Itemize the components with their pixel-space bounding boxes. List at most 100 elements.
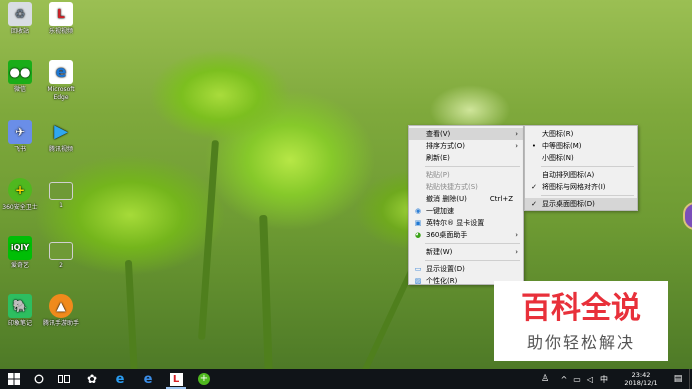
start-button[interactable] xyxy=(0,369,28,389)
desktop-icon-label: 飞书 xyxy=(13,146,26,153)
action-center-button[interactable]: ▤ xyxy=(670,369,686,389)
chevron-right-icon: › xyxy=(515,231,518,239)
shortcut-label: Ctrl+Z xyxy=(489,195,513,203)
checkmark-icon: ✓ xyxy=(531,183,537,191)
taskbar-clock[interactable]: 23:42 2018/12/1 xyxy=(618,369,664,389)
tray-ime[interactable]: 中 xyxy=(597,369,611,389)
menu-separator xyxy=(541,195,634,196)
chevron-up-icon: ^ xyxy=(560,374,568,384)
menu-item-sort[interactable]: 排序方式(O) › xyxy=(409,140,523,152)
tray-volume[interactable]: ◁ xyxy=(584,369,596,389)
display-icon: ▭ xyxy=(414,265,422,273)
letv-icon: L xyxy=(49,2,73,26)
letv-icon: L xyxy=(169,372,183,386)
watermark: 百科全说 助你轻松解决 xyxy=(494,281,668,361)
desktop-icon-recycle-bin[interactable]: ♻ 回收站 xyxy=(0,2,40,36)
desktop-icon-iqiyi[interactable]: iQIY 爱奇艺 xyxy=(0,236,40,270)
menu-item-show-desktop-icons[interactable]: ✓ 显示桌面图标(D) xyxy=(525,198,637,210)
network-icon: ▭ xyxy=(573,374,581,384)
menu-item-align-grid[interactable]: ✓ 将图标与网格对齐(I) xyxy=(525,181,637,193)
flower-stem xyxy=(259,214,273,369)
desktop-icon-feishu[interactable]: ✈ 飞书 xyxy=(0,120,40,154)
menu-separator xyxy=(425,243,520,244)
desktop-icon-label: 回收站 xyxy=(10,28,29,35)
windows-logo-icon xyxy=(8,373,20,385)
menu-item-accelerate[interactable]: ◉ 一键加速 xyxy=(409,205,523,217)
ie-icon: e xyxy=(115,371,125,387)
menu-item-auto-arrange[interactable]: 自动排列图标(A) xyxy=(525,169,637,181)
menu-item-refresh[interactable]: 刷新(E) xyxy=(409,152,523,164)
taskbar-app-fan[interactable]: ✿ xyxy=(80,369,104,389)
clock-date: 2018/12/1 xyxy=(624,379,658,387)
desktop-icon-tencent-video[interactable]: ▶ 腾讯视频 xyxy=(41,120,81,154)
fan-app-icon: ✿ xyxy=(86,372,98,386)
chevron-right-icon: › xyxy=(515,248,518,256)
accelerate-icon: ◉ xyxy=(414,207,422,215)
360-desktop-icon: ◕ xyxy=(414,231,422,239)
taskbar-app-edge[interactable]: e xyxy=(136,369,160,389)
menu-item-graphics-settings[interactable]: ▣ 英特尔® 显卡设置 xyxy=(409,217,523,229)
people-icon: ♙ xyxy=(540,374,550,384)
task-view-button[interactable] xyxy=(52,369,76,389)
view-submenu: 大图标(R) • 中等图标(M) 小图标(N) 自动排列图标(A) ✓ 将图标与网格… xyxy=(524,125,638,211)
360-guard-icon: + xyxy=(198,373,210,385)
tencent-gamebox-icon: ▲ xyxy=(49,294,73,318)
desktop-icon-tencent-gamebox[interactable]: ▲ 腾讯手游助手 xyxy=(41,294,81,328)
tray-network[interactable]: ▭ xyxy=(571,369,583,389)
search-button[interactable] xyxy=(28,369,50,389)
menu-item-view[interactable]: 查看(V) › xyxy=(409,128,523,140)
image-thumb-icon xyxy=(49,182,73,200)
desktop-icon-edge[interactable]: e Microsoft Edge xyxy=(41,60,81,102)
desktop-icon-image-1[interactable]: 1 xyxy=(41,182,81,210)
watermark-title: 百科全说 xyxy=(521,291,641,326)
tray-overflow-button[interactable]: ^ xyxy=(558,369,570,389)
menu-item-new[interactable]: 新建(W) › xyxy=(409,246,523,258)
desktop-icon-label: 腾讯手游助手 xyxy=(42,320,79,327)
desktop-icon-letv[interactable]: L 乐视视频 xyxy=(41,2,81,36)
desktop-icon-label: 爱奇艺 xyxy=(10,262,29,269)
recycle-bin-icon: ♻ xyxy=(8,2,32,26)
intel-graphics-icon: ▣ xyxy=(414,219,422,227)
desktop-icon-label: Microsoft Edge xyxy=(47,86,75,101)
desktop-context-menu: 查看(V) › 排序方式(O) › 刷新(E) 粘贴(P) 粘贴快捷方式(S) 撤消… xyxy=(408,125,524,285)
floating-widget[interactable] xyxy=(683,202,692,230)
desktop-icon-wechat[interactable]: ●● 微信 xyxy=(0,60,40,94)
menu-separator xyxy=(541,166,634,167)
people-button[interactable]: ♙ xyxy=(538,369,552,389)
menu-item-undo-delete[interactable]: 撤消 删除(U) Ctrl+Z xyxy=(409,193,523,205)
ime-indicator: 中 xyxy=(600,374,608,384)
taskbar-app-ie[interactable]: e xyxy=(108,369,132,389)
desktop-icon-image-2[interactable]: 2 xyxy=(41,242,81,270)
iqiyi-icon: iQIY xyxy=(8,236,32,260)
checkmark-icon: ✓ xyxy=(531,200,537,208)
image-thumb-icon xyxy=(49,242,73,260)
desktop-icon-label: 360安全卫士 xyxy=(2,204,38,211)
flower-stem xyxy=(198,139,219,341)
menu-item-large-icons[interactable]: 大图标(R) xyxy=(525,128,637,140)
desktop-icon-360[interactable]: + 360安全卫士 xyxy=(0,178,40,212)
edge-icon: e xyxy=(49,60,73,84)
tencent-video-icon: ▶ xyxy=(54,121,68,142)
chevron-right-icon: › xyxy=(515,142,518,150)
evernote-icon: 🐘 xyxy=(8,294,32,318)
desktop-icon-label: 印象笔记 xyxy=(7,320,32,327)
menu-separator xyxy=(425,166,520,167)
personalize-icon: ▨ xyxy=(414,277,422,285)
volume-icon: ◁ xyxy=(586,374,594,384)
chevron-right-icon: › xyxy=(515,130,518,138)
task-view-icon xyxy=(58,375,70,383)
edge-icon: e xyxy=(143,371,153,387)
menu-item-medium-icons[interactable]: • 中等图标(M) xyxy=(525,140,637,152)
feishu-icon: ✈ xyxy=(8,120,32,144)
menu-item-360-desktop[interactable]: ◕ 360桌面助手 › xyxy=(409,229,523,241)
menu-item-paste: 粘贴(P) xyxy=(426,171,450,179)
taskbar-app-360[interactable]: + xyxy=(192,369,216,389)
wechat-icon: ●● xyxy=(8,60,32,84)
desktop-icon-label: 1 xyxy=(59,202,63,209)
desktop-icon-label: 2 xyxy=(59,262,63,269)
desktop-icon-evernote[interactable]: 🐘 印象笔记 xyxy=(0,294,40,328)
menu-item-display-settings[interactable]: ▭ 显示设置(D) xyxy=(409,263,523,275)
taskbar-app-letv[interactable]: L xyxy=(164,369,188,389)
menu-item-small-icons[interactable]: 小图标(N) xyxy=(525,152,637,164)
notification-icon: ▤ xyxy=(673,374,683,384)
